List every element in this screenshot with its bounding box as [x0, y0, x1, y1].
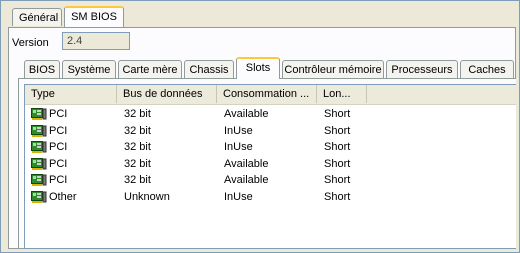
table-row[interactable]: PCI 32 bit Available Short: [25, 106, 516, 122]
column-header-usage[interactable]: Consommation ...: [217, 85, 317, 103]
cell-usage: InUse: [224, 141, 253, 153]
sub-tab-strip: BIOS Système Carte mère Chassis Slots Co…: [18, 57, 518, 79]
cell-usage: Available: [224, 174, 269, 186]
cell-bus: 32 bit: [124, 108, 151, 120]
table-row[interactable]: PCI 32 bit InUse Short: [25, 139, 516, 155]
cell-type: PCI: [49, 141, 68, 153]
cell-type: PCI: [49, 124, 68, 137]
slots-list[interactable]: Type Bus de données Consommation ... Lon…: [24, 84, 516, 249]
column-header-type[interactable]: Type: [25, 85, 117, 103]
tab-general[interactable]: Général: [12, 8, 62, 26]
tab-systeme[interactable]: Système: [62, 60, 116, 79]
tab-bios[interactable]: BIOS: [24, 60, 60, 79]
version-field: 2.4: [62, 32, 130, 50]
slot-card-icon: [31, 190, 47, 203]
cell-length: Short: [324, 190, 351, 203]
tab-processeurs[interactable]: Processeurs: [386, 60, 458, 79]
cell-length: Short: [324, 157, 351, 170]
cell-length: Short: [324, 108, 351, 120]
slot-card-icon: [31, 174, 47, 186]
cell-usage: Available: [224, 108, 269, 120]
cell-bus: 32 bit: [124, 141, 151, 153]
slot-card-icon: [31, 157, 47, 170]
slot-card-icon: [31, 108, 47, 120]
tab-slots[interactable]: Slots: [236, 57, 280, 79]
cell-length: Short: [324, 124, 351, 137]
table-row[interactable]: PCI 32 bit Available Short: [25, 156, 516, 172]
tab-caches[interactable]: Caches: [460, 60, 514, 79]
cell-bus: Unknown: [124, 190, 170, 203]
column-header-bus[interactable]: Bus de données: [117, 85, 217, 103]
list-header: Type Bus de données Consommation ... Lon…: [25, 85, 516, 105]
column-header-length[interactable]: Lon...: [317, 85, 367, 103]
cell-usage: Available: [224, 157, 269, 170]
cell-type: PCI: [49, 174, 68, 186]
cell-type: PCI: [49, 157, 68, 170]
cell-length: Short: [324, 141, 351, 153]
tab-carte-mere[interactable]: Carte mère: [118, 60, 182, 79]
table-row[interactable]: PCI 32 bit Available Short: [25, 172, 516, 188]
tab-sm-bios[interactable]: SM BIOS: [64, 6, 124, 28]
cell-bus: 32 bit: [124, 124, 151, 137]
version-label: Version: [12, 37, 49, 49]
tab-chassis[interactable]: Chassis: [184, 60, 234, 79]
cell-length: Short: [324, 174, 351, 186]
table-row[interactable]: PCI 32 bit InUse Short: [25, 123, 516, 139]
tab-controleur-memoire[interactable]: Contrôleur mémoire: [282, 60, 384, 79]
slot-card-icon: [31, 124, 47, 137]
cell-type: PCI: [49, 108, 68, 120]
cell-usage: InUse: [224, 124, 253, 137]
slot-card-icon: [31, 141, 47, 153]
cell-type: Other: [49, 190, 77, 203]
cell-bus: 32 bit: [124, 157, 151, 170]
cell-usage: InUse: [224, 190, 253, 203]
cell-bus: 32 bit: [124, 174, 151, 186]
table-row[interactable]: Other Unknown InUse Short: [25, 189, 516, 205]
